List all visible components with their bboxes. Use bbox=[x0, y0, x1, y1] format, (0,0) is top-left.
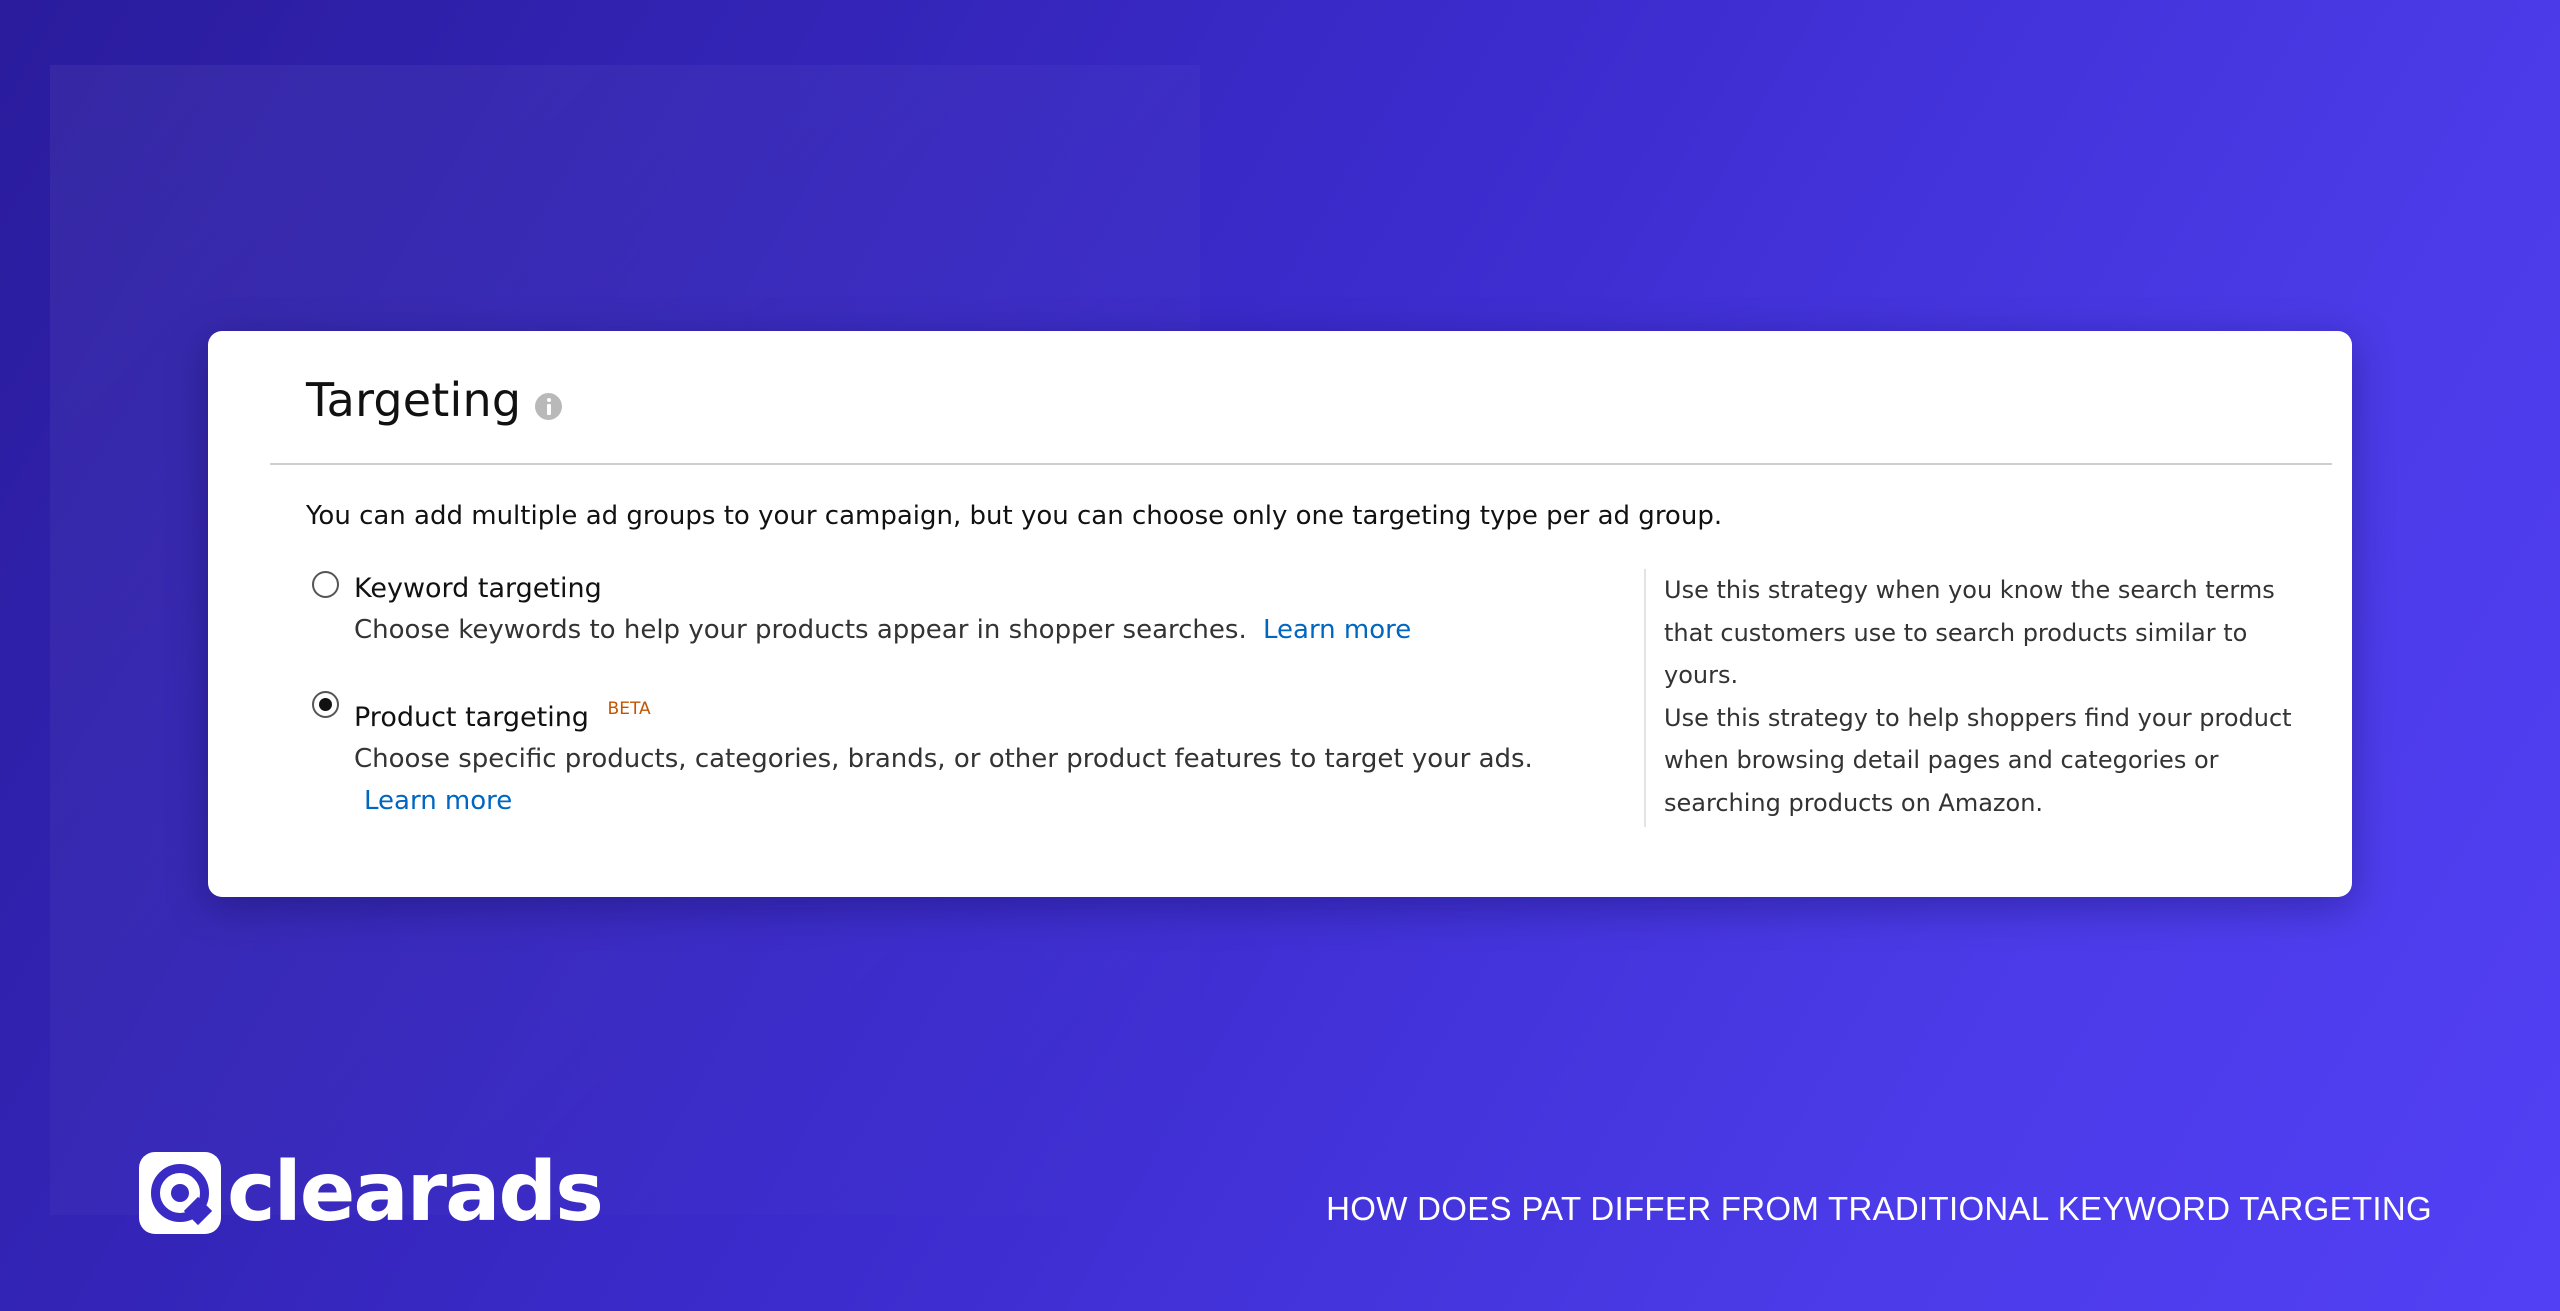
header-divider bbox=[270, 463, 2332, 465]
product-strategy-help: Use this strategy to help shoppers find … bbox=[1664, 703, 2292, 817]
option-label: Product targeting bbox=[354, 702, 589, 733]
intro-text: You can add multiple ad groups to your c… bbox=[306, 501, 1723, 531]
targeting-card: Targeting You can add multiple ad groups… bbox=[208, 331, 2352, 897]
strategy-help: Use this strategy when you know the sear… bbox=[1664, 569, 2314, 824]
at-sign-logo-icon bbox=[139, 1152, 221, 1234]
option-description-text: Choose specific products, categories, br… bbox=[354, 744, 1533, 774]
card-header: Targeting bbox=[306, 373, 563, 427]
info-icon[interactable] bbox=[535, 392, 563, 420]
footer-caption: HOW DOES PAT DIFFER FROM TRADITIONAL KEY… bbox=[1326, 1190, 2432, 1227]
card-title: Targeting bbox=[306, 373, 522, 427]
targeting-options: Keyword targeting Choose keywords to hel… bbox=[312, 569, 1872, 822]
clearads-logo: clearads bbox=[139, 1145, 604, 1240]
brand-name: clearads bbox=[227, 1145, 604, 1240]
help-divider bbox=[1644, 569, 1646, 827]
keyword-learn-more-link[interactable]: Learn more bbox=[1263, 615, 1411, 645]
option-description-text: Choose keywords to help your products ap… bbox=[354, 615, 1247, 645]
beta-badge: BETA bbox=[607, 699, 651, 719]
option-keyword-targeting[interactable]: Keyword targeting Choose keywords to hel… bbox=[312, 569, 1872, 651]
keyword-targeting-radio[interactable] bbox=[312, 571, 339, 598]
option-product-targeting[interactable]: Product targeting BETA Choose specific p… bbox=[312, 689, 1872, 822]
product-targeting-radio[interactable] bbox=[312, 691, 339, 718]
keyword-strategy-help: Use this strategy when you know the sear… bbox=[1664, 576, 2275, 689]
